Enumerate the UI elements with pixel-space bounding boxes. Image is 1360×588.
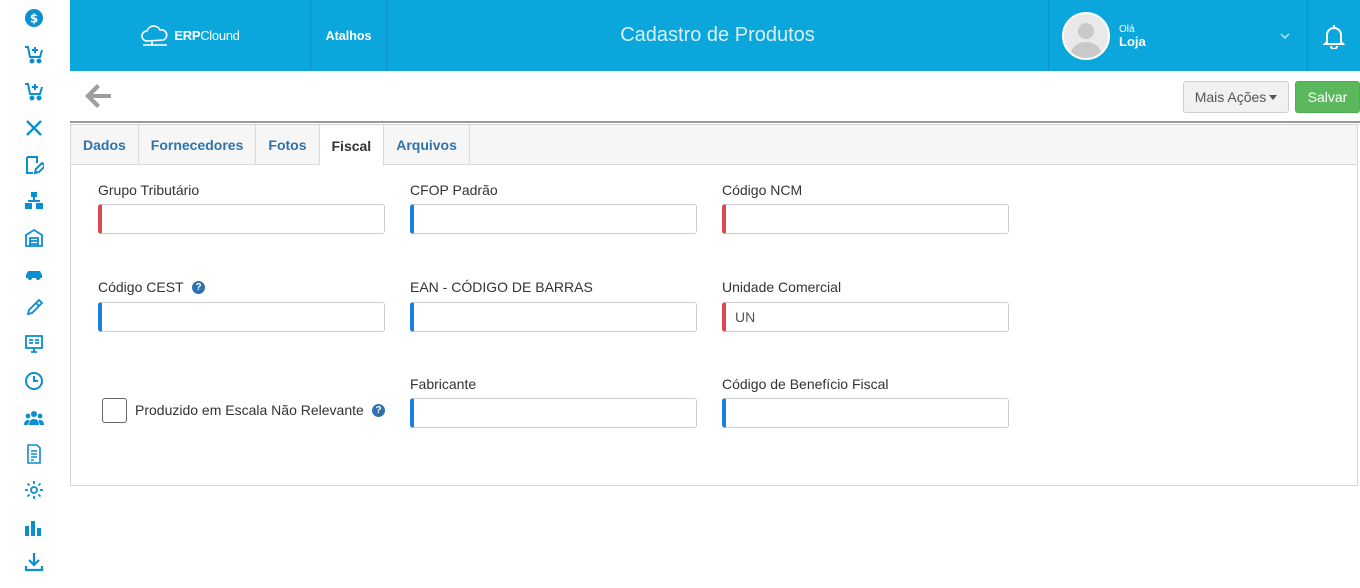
tab-fiscal[interactable]: Fiscal (319, 125, 385, 166)
warehouse-icon[interactable] (24, 228, 44, 248)
more-actions-button[interactable]: Mais Ações (1183, 81, 1289, 113)
avatar (1062, 11, 1110, 60)
back-arrow-icon[interactable] (84, 83, 112, 109)
cloud-icon (141, 24, 168, 46)
sidebar: $ (0, 0, 70, 588)
cart-add-icon[interactable] (24, 44, 44, 64)
action-bar: Mais Ações Salvar (70, 71, 1360, 123)
shortcuts-menu[interactable]: Atalhos (311, 0, 387, 71)
monitor-icon[interactable] (24, 334, 44, 354)
unidade-comercial-input[interactable] (722, 302, 1009, 332)
network-icon[interactable] (24, 191, 44, 211)
tab-fotos[interactable]: Fotos (256, 125, 320, 165)
bar-chart-icon[interactable] (24, 518, 44, 538)
beneficio-fiscal-label: Código de Benefício Fiscal (722, 376, 889, 392)
brand-name: ERPClound (174, 28, 240, 43)
cfop-padrao-label: CFOP Padrão (410, 182, 498, 198)
codigo-ncm-label: Código NCM (722, 182, 803, 198)
users-icon[interactable] (24, 408, 44, 428)
dollar-icon[interactable]: $ (24, 8, 44, 28)
tab-dados[interactable]: Dados (71, 125, 139, 165)
page-title: Cadastro de Produtos (620, 24, 815, 46)
codigo-cest-input[interactable] (98, 302, 385, 332)
clock-icon[interactable] (24, 371, 44, 391)
cfop-padrao-input[interactable] (410, 204, 697, 234)
download-icon[interactable] (24, 552, 44, 572)
notifications-button[interactable] (1308, 0, 1360, 71)
tab-fornecedores[interactable]: Fornecedores (139, 125, 257, 165)
more-actions-label: Mais Ações (1194, 89, 1267, 105)
escala-help-icon[interactable]: ? (372, 404, 385, 417)
brand-logo[interactable]: ERPClound (70, 0, 311, 71)
fabricante-label: Fabricante (410, 376, 477, 392)
bell-icon (1323, 24, 1345, 49)
escala-nao-relevante-checkbox[interactable] (102, 398, 127, 423)
grupo-tributario-input[interactable] (98, 204, 385, 234)
fabricante-input[interactable] (410, 398, 697, 428)
ean-label: EAN - CÓDIGO DE BARRAS (410, 279, 593, 295)
cart-add-icon[interactable] (24, 81, 44, 101)
codigo-ncm-input[interactable] (722, 204, 1009, 234)
caret-down-icon (1269, 94, 1278, 100)
chevron-down-icon[interactable] (1279, 30, 1291, 42)
cest-help-icon[interactable]: ? (192, 281, 205, 294)
tab-arquivos[interactable]: Arquivos (384, 125, 470, 165)
car-icon[interactable] (24, 264, 44, 284)
tab-bar: Dados Fornecedores Fotos Fiscal Arquivos (71, 125, 1357, 166)
gear-icon[interactable] (24, 480, 44, 500)
product-form-panel: Dados Fornecedores Fotos Fiscal Arquivos… (70, 124, 1358, 486)
pencil-icon[interactable] (24, 298, 44, 318)
codigo-cest-label: Código CEST (98, 279, 184, 295)
grupo-tributario-label: Grupo Tributário (98, 182, 200, 198)
document-icon[interactable] (24, 444, 44, 464)
user-menu[interactable]: Olá Loja (1048, 0, 1308, 71)
escala-nao-relevante-label: Produzido em Escala Não Relevante (135, 402, 364, 418)
beneficio-fiscal-input[interactable] (722, 398, 1009, 428)
unidade-comercial-label: Unidade Comercial (722, 279, 842, 295)
edit-icon[interactable] (24, 155, 44, 175)
svg-text:$: $ (30, 12, 38, 26)
tools-icon[interactable] (24, 118, 44, 138)
save-button[interactable]: Salvar (1295, 81, 1360, 113)
top-bar: ERPClound Atalhos Cadastro de Produtos O… (70, 0, 1360, 71)
user-name: Loja (1119, 33, 1146, 49)
ean-input[interactable] (410, 302, 697, 332)
